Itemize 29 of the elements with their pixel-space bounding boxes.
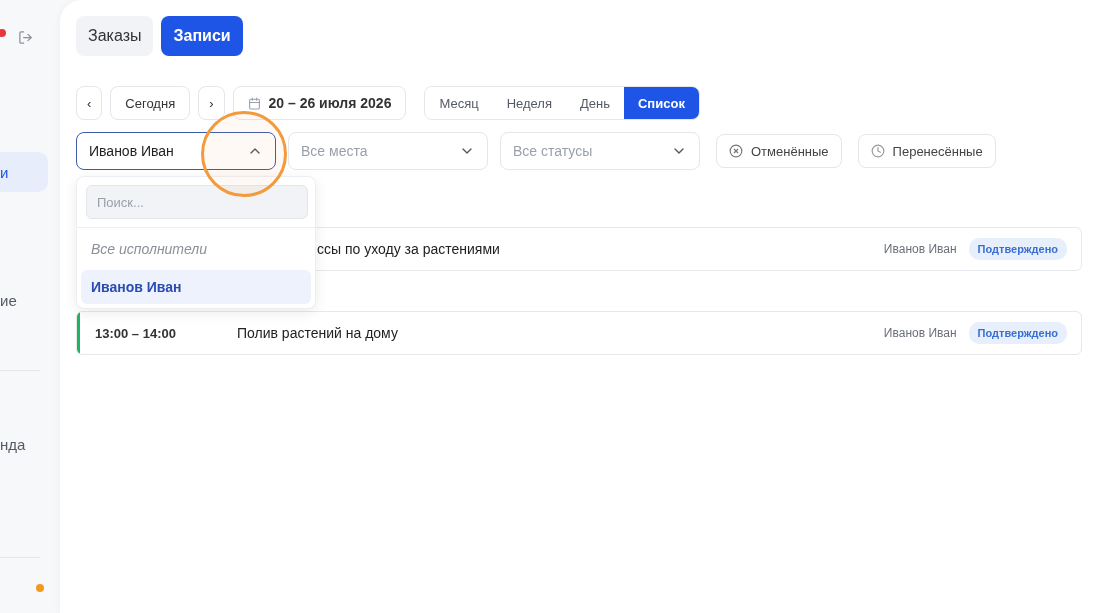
appointment-title: Полив растений на дому [237, 325, 399, 341]
appointment-time: 13:00 – 14:00 [95, 325, 177, 341]
filter-toggle[interactable]: Перенесённые [857, 134, 996, 168]
status-dot [36, 584, 44, 592]
clock-icon [870, 144, 885, 158]
sidebar-item[interactable]: ие [0, 280, 48, 320]
sidebar-item[interactable]: и [0, 152, 48, 192]
tab[interactable]: Заказы [76, 16, 154, 56]
cancel-circle-icon [729, 144, 743, 158]
status-badge: Подтверждено [968, 238, 1067, 260]
search-field[interactable]: Поиск... [86, 185, 308, 219]
calendar-icon [247, 96, 261, 110]
view-tab[interactable]: Список [624, 87, 699, 119]
sidebar-item[interactable]: нда [0, 424, 48, 464]
filter-toggle[interactable]: Отменённые [716, 134, 842, 168]
dropdown-option[interactable]: Иванов Иван [81, 270, 311, 304]
tab[interactable]: Записи [161, 16, 243, 56]
notification-dot [0, 29, 6, 37]
logout-icon[interactable] [18, 30, 33, 45]
date-range-button[interactable]: 20 – 26 июля 2026 [232, 86, 407, 120]
appointment-title: ссы по уходу за растениями [317, 241, 501, 257]
next-button[interactable]: › [198, 86, 225, 120]
appointment-performer: Иванов Иван [883, 326, 957, 340]
today-button[interactable]: Сегодня [110, 86, 191, 120]
previous-button[interactable]: ‹ [76, 86, 103, 120]
appointment-card[interactable]: 13:00 – 14:00 Полив растений на дому Иванов Иван Подтверждено [76, 311, 1082, 355]
performer-select[interactable]: Иванов Иван [76, 132, 276, 170]
status-badge: Подтверждено [968, 322, 1067, 344]
appointment-performer: Иванов Иван [883, 242, 957, 256]
